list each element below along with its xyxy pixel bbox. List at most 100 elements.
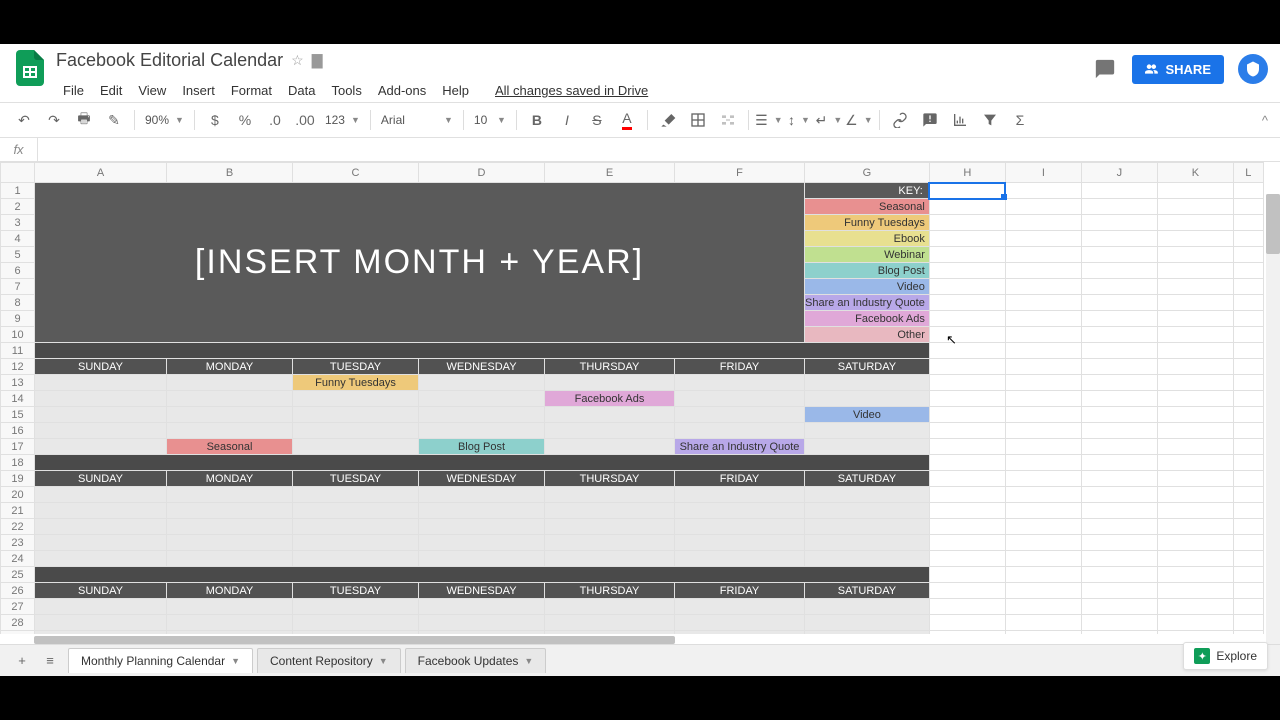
add-sheet-button[interactable]: + [8,647,36,675]
explore-button[interactable]: ✦ Explore [1183,642,1268,670]
wrap-button[interactable]: ↵▼ [815,106,843,134]
col-header[interactable]: D [419,163,545,183]
calendar-entry[interactable]: Seasonal [167,439,293,455]
row-header[interactable]: 25 [1,567,35,583]
all-sheets-button[interactable]: ≡ [36,647,64,675]
menu-insert[interactable]: Insert [175,80,222,101]
col-header[interactable]: H [929,163,1005,183]
menu-add-ons[interactable]: Add-ons [371,80,433,101]
link-button[interactable] [886,106,914,134]
halign-button[interactable]: ☰▼ [755,106,783,134]
functions-button[interactable]: Σ [1006,106,1034,134]
menu-view[interactable]: View [131,80,173,101]
share-button[interactable]: SHARE [1132,55,1224,84]
calendar-entry[interactable]: Blog Post [419,439,545,455]
col-header[interactable]: B [167,163,293,183]
redo-button[interactable]: ↷ [40,106,68,134]
row-header[interactable]: 24 [1,551,35,567]
row-header[interactable]: 9 [1,311,35,327]
italic-button[interactable]: I [553,106,581,134]
col-header[interactable]: K [1157,163,1233,183]
number-format-select[interactable]: 123▼ [321,108,364,132]
borders-button[interactable] [684,106,712,134]
row-header[interactable]: 3 [1,215,35,231]
row-header[interactable]: 28 [1,615,35,631]
col-header[interactable]: A [35,163,167,183]
calendar-entry[interactable]: Share an Industry Quote [675,439,805,455]
collapse-toolbar-icon[interactable]: ^ [1262,113,1268,128]
text-color-button[interactable]: A [613,106,641,134]
month-title-cell[interactable]: [INSERT MONTH + YEAR] [35,183,805,343]
row-header[interactable]: 7 [1,279,35,295]
rotate-button[interactable]: ∠▼ [845,106,873,134]
row-header[interactable]: 19 [1,471,35,487]
row-header[interactable]: 29 [1,631,35,635]
menu-tools[interactable]: Tools [324,80,368,101]
row-header[interactable]: 11 [1,343,35,359]
sheet-tab[interactable]: Content Repository▼ [257,648,401,673]
row-header[interactable]: 22 [1,519,35,535]
formula-input[interactable] [38,138,1280,161]
filter-button[interactable] [976,106,1004,134]
paint-format-button[interactable]: ✎ [100,106,128,134]
menu-help[interactable]: Help [435,80,476,101]
horizontal-scrollbar[interactable] [34,636,1266,644]
avatar[interactable] [1238,54,1268,84]
row-header[interactable]: 12 [1,359,35,375]
col-header[interactable]: C [293,163,419,183]
star-icon[interactable]: ☆ [291,52,304,69]
row-header[interactable]: 17 [1,439,35,455]
row-header[interactable]: 18 [1,455,35,471]
row-header[interactable]: 2 [1,199,35,215]
comment-button[interactable] [916,106,944,134]
row-header[interactable]: 4 [1,231,35,247]
save-status[interactable]: All changes saved in Drive [488,80,655,101]
col-header[interactable]: G [805,163,930,183]
spreadsheet-grid[interactable]: ABCDEFGHIJKL1[INSERT MONTH + YEAR]KEY:2S… [0,162,1264,634]
row-header[interactable]: 8 [1,295,35,311]
menu-file[interactable]: File [56,80,91,101]
undo-button[interactable]: ↶ [10,106,38,134]
row-header[interactable]: 21 [1,503,35,519]
row-header[interactable]: 27 [1,599,35,615]
menu-format[interactable]: Format [224,80,279,101]
currency-button[interactable]: $ [201,106,229,134]
calendar-entry[interactable]: Video [805,407,930,423]
row-header[interactable]: 6 [1,263,35,279]
col-header[interactable]: J [1081,163,1157,183]
decrease-decimal-button[interactable]: .0 [261,106,289,134]
sheet-tab[interactable]: Facebook Updates▼ [405,648,547,673]
row-header[interactable]: 14 [1,391,35,407]
row-header[interactable]: 15 [1,407,35,423]
row-header[interactable]: 16 [1,423,35,439]
col-header[interactable]: F [675,163,805,183]
zoom-select[interactable]: 90%▼ [141,108,188,132]
increase-decimal-button[interactable]: .00 [291,106,319,134]
comments-icon[interactable] [1092,56,1118,82]
bold-button[interactable]: B [523,106,551,134]
print-button[interactable]: 🖶 [70,106,98,134]
menu-edit[interactable]: Edit [93,80,129,101]
font-select[interactable]: Arial▼ [377,108,457,132]
calendar-entry[interactable]: Funny Tuesdays [293,375,419,391]
col-header[interactable]: E [545,163,675,183]
fill-color-button[interactable] [654,106,682,134]
strikethrough-button[interactable]: S [583,106,611,134]
chart-button[interactable] [946,106,974,134]
calendar-entry[interactable]: Facebook Ads [545,391,675,407]
document-title[interactable]: Facebook Editorial Calendar [56,50,283,71]
row-header[interactable]: 13 [1,375,35,391]
vertical-scrollbar[interactable] [1266,194,1280,654]
selected-cell[interactable] [929,183,1005,199]
row-header[interactable]: 26 [1,583,35,599]
sheet-tab[interactable]: Monthly Planning Calendar▼ [68,648,253,673]
row-header[interactable]: 10 [1,327,35,343]
menu-data[interactable]: Data [281,80,322,101]
row-header[interactable]: 1 [1,183,35,199]
row-header[interactable]: 5 [1,247,35,263]
folder-icon[interactable]: ▇ [312,52,323,69]
merge-button[interactable] [714,106,742,134]
col-header[interactable]: I [1005,163,1081,183]
valign-button[interactable]: ↕▼ [785,106,813,134]
col-header[interactable]: L [1233,163,1263,183]
